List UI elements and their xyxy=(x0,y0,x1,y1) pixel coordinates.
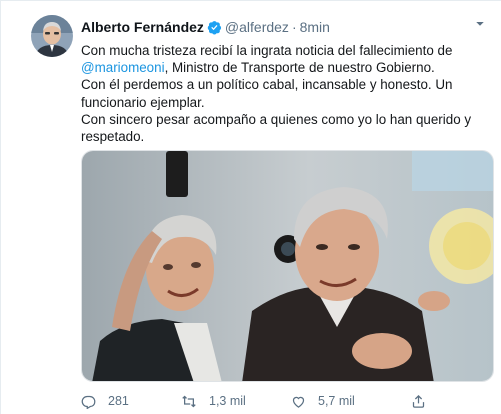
tweet-paragraph: Con él perdemos a un político cabal, inc… xyxy=(81,76,481,110)
tweet-text: Con mucha tristeza recibí la ingrata not… xyxy=(81,42,481,145)
photo-image xyxy=(82,151,493,381)
retweet-icon xyxy=(182,395,196,407)
avatar[interactable] xyxy=(31,15,73,57)
tweet-paragraph: Con mucha tristeza recibí la ingrata not… xyxy=(81,42,481,59)
tweet-photo[interactable] xyxy=(81,150,494,382)
tweet-text-line: Con mucha tristeza recibí la ingrata not… xyxy=(81,43,453,58)
tweet-paragraph: @mariomeoni, Ministro de Transporte de n… xyxy=(81,59,481,76)
verified-badge-icon xyxy=(207,20,222,39)
more-options-icon[interactable] xyxy=(469,11,491,33)
avatar-image xyxy=(31,15,73,57)
tweet-text-line: Con sincero pesar acompaño a quienes com… xyxy=(81,111,472,145)
tweet-header: Alberto Fernández @alferdez · 8min xyxy=(81,18,330,39)
tweet-text-line: , Ministro de Transporte de nuestro Gobi… xyxy=(164,60,435,76)
tweet-paragraph: Con sincero pesar acompaño a quienes com… xyxy=(81,111,481,145)
tweet-actions: 281 1,3 mil 5,7 mil xyxy=(81,391,481,411)
like-count: 5,7 mil xyxy=(318,394,355,408)
reply-button[interactable]: 281 xyxy=(81,394,181,409)
author-name[interactable]: Alberto Fernández xyxy=(81,19,204,35)
tweet-text-line: Con él perdemos a un político cabal, inc… xyxy=(81,77,453,110)
share-icon xyxy=(412,394,425,408)
retweet-count: 1,3 mil xyxy=(209,394,246,408)
separator-dot: · xyxy=(291,19,297,35)
tweet-timestamp[interactable]: 8min xyxy=(300,19,330,35)
share-button[interactable] xyxy=(411,394,451,409)
mention-link[interactable]: @mariomeoni xyxy=(81,60,165,75)
reply-count: 281 xyxy=(108,394,129,408)
author-handle[interactable]: @alferdez xyxy=(225,19,289,35)
retweet-button[interactable]: 1,3 mil xyxy=(181,394,291,409)
like-button[interactable]: 5,7 mil xyxy=(291,394,411,409)
reply-icon xyxy=(81,395,96,409)
tweet[interactable]: Alberto Fernández @alferdez · 8min Con much… xyxy=(0,0,501,414)
like-icon xyxy=(292,396,305,408)
